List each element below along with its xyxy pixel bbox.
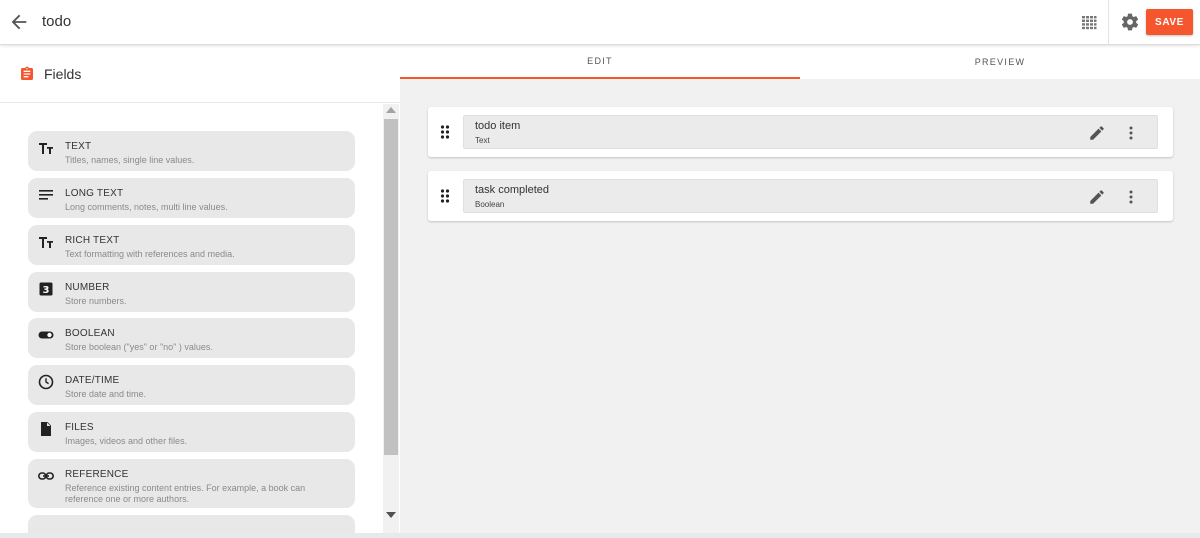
bottom-strip <box>0 533 1200 538</box>
field-type-name: NUMBER <box>65 282 110 293</box>
more-options-icon[interactable] <box>1122 124 1140 142</box>
text-format-icon <box>38 234 54 250</box>
save-button[interactable]: SAVE <box>1146 9 1193 35</box>
toggle-icon <box>38 327 54 343</box>
field-type-number[interactable]: 3 NUMBER Store numbers. <box>28 272 355 312</box>
content-field-name: task completed <box>475 184 549 196</box>
field-type-description: Store numbers. <box>65 296 127 306</box>
field-type-description: Reference existing content entries. For … <box>65 483 306 504</box>
field-type-name: TEXT <box>65 141 92 152</box>
field-type-list: TEXT Titles, names, single line values. … <box>0 104 383 533</box>
grid-view-icon[interactable] <box>1080 13 1098 31</box>
field-type-description: Titles, names, single line values. <box>65 155 195 165</box>
drag-handle-icon[interactable] <box>440 125 450 139</box>
field-type-date-time[interactable]: DATE/TIME Store date and time. <box>28 365 355 405</box>
drag-handle-icon[interactable] <box>440 189 450 203</box>
field-type-description: Text formatting with references and medi… <box>65 249 235 259</box>
clock-icon <box>38 374 54 390</box>
field-type-partial[interactable] <box>28 515 355 533</box>
content-field-card: todo item Text <box>428 107 1173 157</box>
content-field-body[interactable]: todo item Text <box>463 115 1158 149</box>
content-field-body[interactable]: task completed Boolean <box>463 179 1158 213</box>
page-title: todo <box>42 13 72 30</box>
field-type-name: BOOLEAN <box>65 328 115 339</box>
clipboard-icon <box>19 66 35 82</box>
top-bar: todo SAVE <box>0 0 1200 45</box>
fields-title: Fields <box>44 66 82 82</box>
field-type-name: LONG TEXT <box>65 188 124 199</box>
field-type-description: Store boolean ("yes" or "no" ) values. <box>65 342 213 352</box>
fields-scrollbar[interactable] <box>383 104 399 533</box>
field-type-name: REFERENCE <box>65 469 129 480</box>
field-type-reference[interactable]: REFERENCE Reference existing content ent… <box>28 459 355 508</box>
scroll-up-arrow-icon[interactable] <box>386 107 396 113</box>
field-type-files[interactable]: FILES Images, videos and other files. <box>28 412 355 452</box>
more-options-icon[interactable] <box>1122 188 1140 206</box>
field-type-rich-text[interactable]: RICH TEXT Text formatting with reference… <box>28 225 355 265</box>
content-field-card: task completed Boolean <box>428 171 1173 221</box>
number-3-icon: 3 <box>38 281 54 297</box>
tab-preview[interactable]: PREVIEW <box>800 45 1200 79</box>
settings-gear-icon[interactable] <box>1120 12 1140 32</box>
text-format-icon <box>38 140 54 156</box>
edit-pencil-icon[interactable] <box>1088 188 1106 206</box>
field-type-boolean[interactable]: BOOLEAN Store boolean ("yes" or "no" ) v… <box>28 318 355 358</box>
fields-panel: Fields TEXT Titles, names, single line v… <box>0 45 400 533</box>
scroll-thumb[interactable] <box>384 119 398 455</box>
file-icon <box>38 421 54 437</box>
field-type-description: Images, videos and other files. <box>65 436 188 446</box>
editor-tabs: EDIT PREVIEW <box>400 45 1200 79</box>
scroll-down-arrow-icon[interactable] <box>386 512 396 518</box>
content-field-type: Text <box>475 136 490 145</box>
svg-text:3: 3 <box>43 285 50 296</box>
back-arrow-icon[interactable] <box>8 11 30 33</box>
content-field-type: Boolean <box>475 200 505 209</box>
field-type-name: FILES <box>65 422 94 433</box>
field-type-text[interactable]: TEXT Titles, names, single line values. <box>28 131 355 171</box>
tab-edit[interactable]: EDIT <box>400 45 800 79</box>
field-type-description: Long comments, notes, multi line values. <box>65 202 228 212</box>
edit-pencil-icon[interactable] <box>1088 124 1106 142</box>
field-type-name: RICH TEXT <box>65 235 120 246</box>
field-type-name: DATE/TIME <box>65 375 120 386</box>
link-icon <box>38 468 54 484</box>
toolbar-divider <box>1108 0 1109 44</box>
content-field-name: todo item <box>475 120 521 132</box>
field-type-long-text[interactable]: LONG TEXT Long comments, notes, multi li… <box>28 178 355 218</box>
lines-icon <box>38 187 54 203</box>
fields-header: Fields <box>0 45 400 103</box>
field-type-description: Store date and time. <box>65 389 147 399</box>
